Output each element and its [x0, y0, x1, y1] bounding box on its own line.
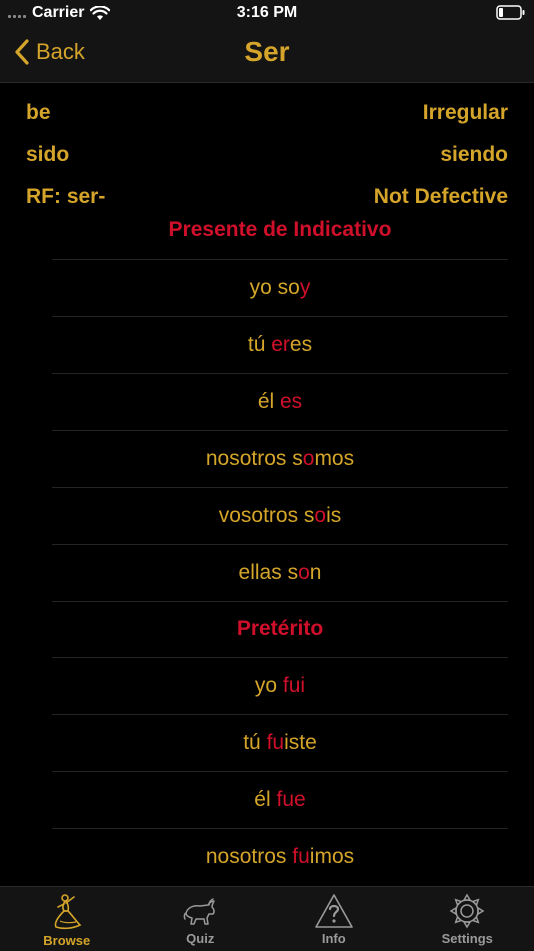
conjugation-text: nosotros s [206, 447, 303, 470]
tab-bar: Browse Quiz Info [0, 886, 534, 951]
conjugation-text: n [310, 561, 322, 584]
info-row: be Irregular [26, 92, 508, 134]
conjugation-ending: fue [276, 788, 305, 811]
defectiveness-label: Not Defective [374, 185, 508, 209]
bull-icon [182, 893, 218, 929]
gear-icon [448, 893, 486, 929]
conjugation-text: vosotros s [219, 504, 315, 527]
tab-browse[interactable]: Browse [0, 887, 134, 951]
conjugation-row[interactable]: él fue [52, 771, 508, 828]
conjugation-ending: o [314, 504, 326, 527]
conjugation-ending: o [298, 561, 310, 584]
conjugation-ending: fu [267, 731, 285, 754]
navigation-bar: Back Ser [0, 28, 534, 83]
conjugation-text: iste [284, 731, 317, 754]
tab-info[interactable]: Info [267, 887, 401, 951]
participle-label: sido [26, 143, 69, 167]
conjugation-text: él [254, 788, 276, 811]
tab-settings[interactable]: Settings [401, 887, 534, 951]
conjugation-row[interactable]: nosotros somos [52, 430, 508, 487]
verb-meaning: be [26, 101, 51, 125]
conjugation-text: tú [248, 333, 271, 356]
conjugation-ending: es [280, 390, 302, 413]
conjugation-row[interactable]: tú fuiste [52, 714, 508, 771]
conjugation-text: yo [255, 674, 283, 697]
conjugation-row[interactable]: yo fui [52, 657, 508, 714]
conjugation-row[interactable]: él es [52, 373, 508, 430]
flamenco-dancer-icon [50, 893, 84, 931]
tab-quiz[interactable]: Quiz [134, 887, 268, 951]
conjugation-text: es [290, 333, 312, 356]
section-header-preterito: Pretérito [52, 601, 508, 656]
conjugation-text: imos [310, 845, 354, 868]
tab-label: Settings [442, 931, 493, 946]
status-time: 3:16 PM [0, 4, 534, 22]
conjugation-text: yo so [250, 276, 300, 299]
conjugation-text: nosotros [206, 845, 292, 868]
page-title: Ser [0, 36, 534, 68]
conjugation-ending: o [303, 447, 315, 470]
conjugation-text: mos [314, 447, 354, 470]
root-form-label: RF: ser- [26, 185, 105, 209]
regularity-label: Irregular [423, 101, 508, 125]
conjugation-row[interactable]: ellas son [52, 544, 508, 601]
question-triangle-icon [314, 893, 354, 929]
tab-label: Info [322, 931, 346, 946]
gerund-label: siendo [440, 143, 508, 167]
tab-label: Browse [43, 933, 90, 948]
info-row: sido siendo [26, 134, 508, 176]
conjugation-text: is [326, 504, 341, 527]
conjugation-row[interactable]: nosotros fuimos [52, 828, 508, 885]
tab-label: Quiz [186, 931, 214, 946]
battery-icon [496, 5, 526, 25]
section-header-presente: Presente de Indicativo [52, 210, 508, 250]
conjugation-row[interactable]: vosotros sois [52, 487, 508, 544]
conjugation-text: tú [243, 731, 266, 754]
conjugation-ending: y [300, 276, 311, 299]
conjugation-text: él [258, 390, 280, 413]
conjugation-ending: fui [283, 674, 305, 697]
conjugation-text: ellas s [239, 561, 299, 584]
conjugation-ending: fu [292, 845, 310, 868]
conjugation-row[interactable]: tú eres [52, 316, 508, 373]
verb-info: be Irregular sido siendo RF: ser- Not De… [26, 92, 508, 218]
conjugation-row[interactable]: yo soy [52, 259, 508, 316]
conjugation-ending: er [271, 333, 290, 356]
status-bar: Carrier 3:16 PM [0, 0, 534, 28]
